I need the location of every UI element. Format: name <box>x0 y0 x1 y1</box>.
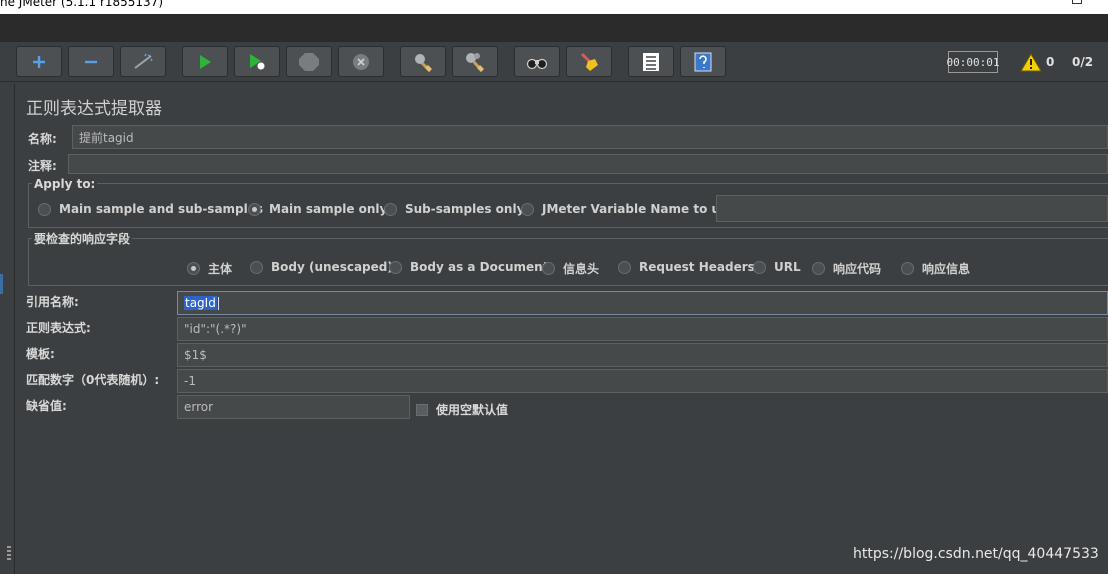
warning-icon[interactable] <box>1020 53 1042 72</box>
check-url-radio[interactable]: URL <box>753 260 801 274</box>
elapsed-timer: 00:00:01 <box>947 51 1000 73</box>
help-button[interactable] <box>680 46 726 77</box>
check-body-document-radio[interactable]: Body as a Document <box>389 260 548 274</box>
start-no-pauses-button[interactable] <box>234 46 280 77</box>
default-value-label: 缺省值: <box>26 399 67 413</box>
checkbox-label: 使用空默认值 <box>436 403 509 417</box>
match-number-label: 匹配数字（0代表随机）: <box>26 373 160 387</box>
check-body-radio[interactable]: 主体 <box>187 260 232 277</box>
radio-label: Body (unescaped) <box>271 260 393 274</box>
radio-label: Request Headers <box>639 260 755 274</box>
test-plan-tree-edge <box>0 84 15 574</box>
wand-icon <box>134 53 153 69</box>
regex-field[interactable]: "id":"(.*?)" <box>177 317 1108 341</box>
play-no-pause-icon <box>250 53 266 70</box>
add-button[interactable] <box>16 46 62 77</box>
radio-indicator <box>38 202 51 216</box>
use-empty-default-checkbox[interactable]: 使用空默认值 <box>416 401 508 418</box>
radio-label: Body as a Document <box>410 260 549 274</box>
template-field[interactable]: $1$ <box>177 343 1108 367</box>
list-icon <box>643 52 659 71</box>
warning-count: 0 <box>1046 55 1055 69</box>
radio-indicator <box>812 262 825 275</box>
check-body-unescaped-radio[interactable]: Body (unescaped) <box>250 260 393 274</box>
broom-icon <box>580 52 598 71</box>
radio-label: 信息头 <box>563 262 600 276</box>
stop-icon <box>299 52 319 71</box>
radio-indicator <box>753 260 766 274</box>
regex-label: 正则表达式: <box>26 321 91 335</box>
apply-sub-only-radio[interactable]: Sub-samples only <box>384 202 524 216</box>
window-title-bar: he JMeter (5.1.1 r1855137) <box>0 0 1108 14</box>
check-response-code-radio[interactable]: 响应代码 <box>812 260 881 277</box>
apply-main-and-sub-radio[interactable]: Main sample and sub-samples <box>38 202 263 216</box>
reset-search-button[interactable] <box>566 46 612 77</box>
regex-extractor-panel: 正则表达式提取器 名称: 提前tagid 注释: Apply to: Main … <box>16 84 1108 574</box>
watermark: https://blog.csdn.net/qq_40447533 <box>853 546 1099 562</box>
minus-icon <box>85 60 97 63</box>
radio-label: JMeter Variable Name to use <box>542 202 736 216</box>
menu-strip <box>0 14 1108 42</box>
plus-icon <box>33 55 45 68</box>
radio-label: 主体 <box>208 262 233 276</box>
apply-main-only-radio[interactable]: Main sample only <box>248 202 387 216</box>
radio-indicator <box>389 260 402 274</box>
radio-label: Main sample only <box>269 202 388 216</box>
play-icon <box>200 54 211 69</box>
apply-variable-radio[interactable]: JMeter Variable Name to use <box>521 202 735 216</box>
reference-name-field[interactable]: tagId <box>177 291 1108 315</box>
radio-indicator <box>542 262 555 275</box>
field-to-check-title: 要检查的响应字段 <box>32 230 133 247</box>
checkbox-indicator <box>416 403 428 416</box>
start-button[interactable] <box>182 46 228 77</box>
radio-indicator <box>618 260 631 274</box>
toggle-button[interactable] <box>120 46 166 77</box>
name-label: 名称: <box>28 132 57 146</box>
apply-to-title: Apply to: <box>32 177 98 191</box>
match-number-field[interactable]: -1 <box>177 369 1108 393</box>
tree-selection-marker <box>0 274 3 294</box>
shutdown-icon <box>353 53 369 70</box>
splitter-handle[interactable] <box>7 546 11 562</box>
comment-label: 注释: <box>28 159 57 173</box>
variable-name-field[interactable] <box>716 195 1108 222</box>
binoculars-icon <box>526 58 548 69</box>
toolbar: 00:00:01 0 0/2 <box>0 42 1108 82</box>
check-response-message-radio[interactable]: 响应信息 <box>901 260 970 277</box>
text-caret <box>217 296 219 310</box>
stop-button[interactable] <box>286 46 332 77</box>
radio-indicator <box>901 262 914 275</box>
page-title: 正则表达式提取器 <box>26 99 162 119</box>
radio-label: Sub-samples only <box>405 202 525 216</box>
clear-all-button[interactable] <box>452 46 498 77</box>
radio-indicator <box>248 202 261 216</box>
radio-indicator <box>250 260 263 274</box>
active-threads: 0/2 <box>1072 55 1094 69</box>
radio-label: Main sample and sub-samples <box>59 202 264 216</box>
radio-indicator <box>384 202 397 216</box>
radio-label: URL <box>774 260 801 274</box>
remove-button[interactable] <box>68 46 114 77</box>
maximize-button[interactable] <box>1072 0 1082 4</box>
radio-indicator <box>187 262 200 275</box>
reference-name-label: 引用名称: <box>26 295 79 309</box>
template-label: 模板: <box>26 347 55 361</box>
comment-field[interactable] <box>68 154 1108 174</box>
help-icon <box>694 52 712 71</box>
window-title: he JMeter (5.1.1 r1855137) <box>0 0 164 9</box>
clear-button[interactable] <box>400 46 446 77</box>
broom-gear-icon <box>415 53 432 72</box>
radio-label: 响应代码 <box>833 262 882 276</box>
radio-label: 响应信息 <box>922 262 971 276</box>
search-button[interactable] <box>514 46 560 77</box>
default-value-field[interactable]: error <box>177 395 410 419</box>
radio-indicator <box>521 202 534 216</box>
function-helper-button[interactable] <box>628 46 674 77</box>
shutdown-button[interactable] <box>338 46 384 77</box>
selected-text: tagId <box>184 296 217 310</box>
check-headers-radio[interactable]: 信息头 <box>542 260 599 277</box>
check-request-headers-radio[interactable]: Request Headers <box>618 260 755 274</box>
name-field[interactable]: 提前tagid <box>72 125 1108 149</box>
broom-gear-all-icon <box>466 52 484 72</box>
